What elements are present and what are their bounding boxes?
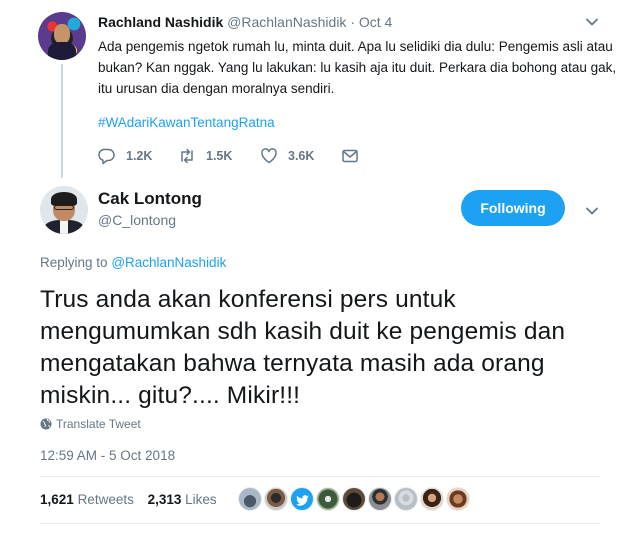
retweets-stat[interactable]: 1,621 Retweets	[40, 492, 134, 507]
parent-author-handle[interactable]: @RachlanNashidik	[227, 14, 346, 30]
envelope-icon	[342, 149, 358, 163]
likes-stat[interactable]: 2,313 Likes	[148, 492, 217, 507]
liker-avatar[interactable]	[316, 487, 340, 511]
liker-avatars	[238, 487, 472, 511]
liker-avatar[interactable]	[264, 487, 288, 511]
retweets-count: 1,621	[40, 492, 74, 507]
replying-to-label: Replying to	[40, 255, 108, 270]
parent-tweet[interactable]: Rachland Nashidik @RachlanNashidik · Oct…	[0, 0, 640, 180]
divider	[40, 476, 600, 477]
replying-to-handle[interactable]: @RachlanNashidik	[111, 255, 226, 270]
divider	[40, 523, 600, 524]
likes-count: 2,313	[147, 492, 182, 507]
retweet-button[interactable]: 1.5K	[178, 146, 232, 166]
parent-author-name[interactable]: Rachland Nashidik	[98, 14, 223, 30]
direct-message-button[interactable]	[341, 146, 359, 166]
following-button[interactable]: Following	[461, 190, 565, 226]
reply-button[interactable]: 1.2K	[98, 146, 152, 166]
like-button[interactable]: 3.6K	[260, 146, 314, 166]
retweet-count: 1.5K	[206, 149, 233, 163]
liker-avatar[interactable]	[342, 487, 366, 511]
tweet-timestamp[interactable]: 12:59 AM - 5 Oct 2018	[40, 448, 175, 463]
reply-icon	[98, 148, 115, 165]
translate-tweet-link[interactable]: Translate Tweet	[40, 417, 141, 431]
chevron-down-icon[interactable]	[585, 204, 599, 218]
like-count: 3.6K	[288, 149, 315, 163]
parent-tweet-header: Rachland Nashidik @RachlanNashidik · Oct…	[98, 14, 392, 30]
hashtag-link[interactable]: #WAdariKawanTentangRatna	[98, 115, 275, 130]
parent-tweet-date[interactable]: Oct 4	[359, 14, 392, 30]
liker-avatar[interactable]	[290, 487, 314, 511]
thread-connector-line	[61, 64, 63, 178]
author-name[interactable]: Cak Lontong	[98, 189, 202, 209]
author-handle[interactable]: @C_lontong	[98, 212, 176, 228]
tweet-text: Trus anda akan konferensi pers untuk men…	[40, 286, 566, 409]
chevron-down-icon[interactable]	[585, 15, 599, 29]
liker-avatar[interactable]	[238, 487, 262, 511]
header-separator: ·	[350, 14, 355, 30]
globe-icon	[40, 418, 52, 430]
reply-count: 1.2K	[126, 149, 153, 163]
parent-tweet-text: Ada pengemis ngetok rumah lu, minta duit…	[98, 39, 617, 96]
liker-avatar[interactable]	[368, 487, 392, 511]
retweets-label: Retweets	[77, 492, 134, 507]
likes-label: Likes	[185, 492, 217, 507]
retweet-icon	[181, 148, 193, 164]
liker-avatar[interactable]	[420, 487, 444, 511]
replying-to: Replying to @RachlanNashidik	[40, 255, 226, 270]
translate-tweet-label[interactable]: Translate Tweet	[56, 417, 141, 431]
parent-avatar[interactable]	[38, 12, 86, 60]
liker-avatar[interactable]	[394, 487, 418, 511]
author-avatar[interactable]	[40, 186, 88, 234]
heart-icon	[261, 148, 277, 164]
liker-avatar[interactable]	[446, 487, 470, 511]
tweet-stats: 1,621 Retweets 2,313 Likes	[40, 492, 217, 507]
